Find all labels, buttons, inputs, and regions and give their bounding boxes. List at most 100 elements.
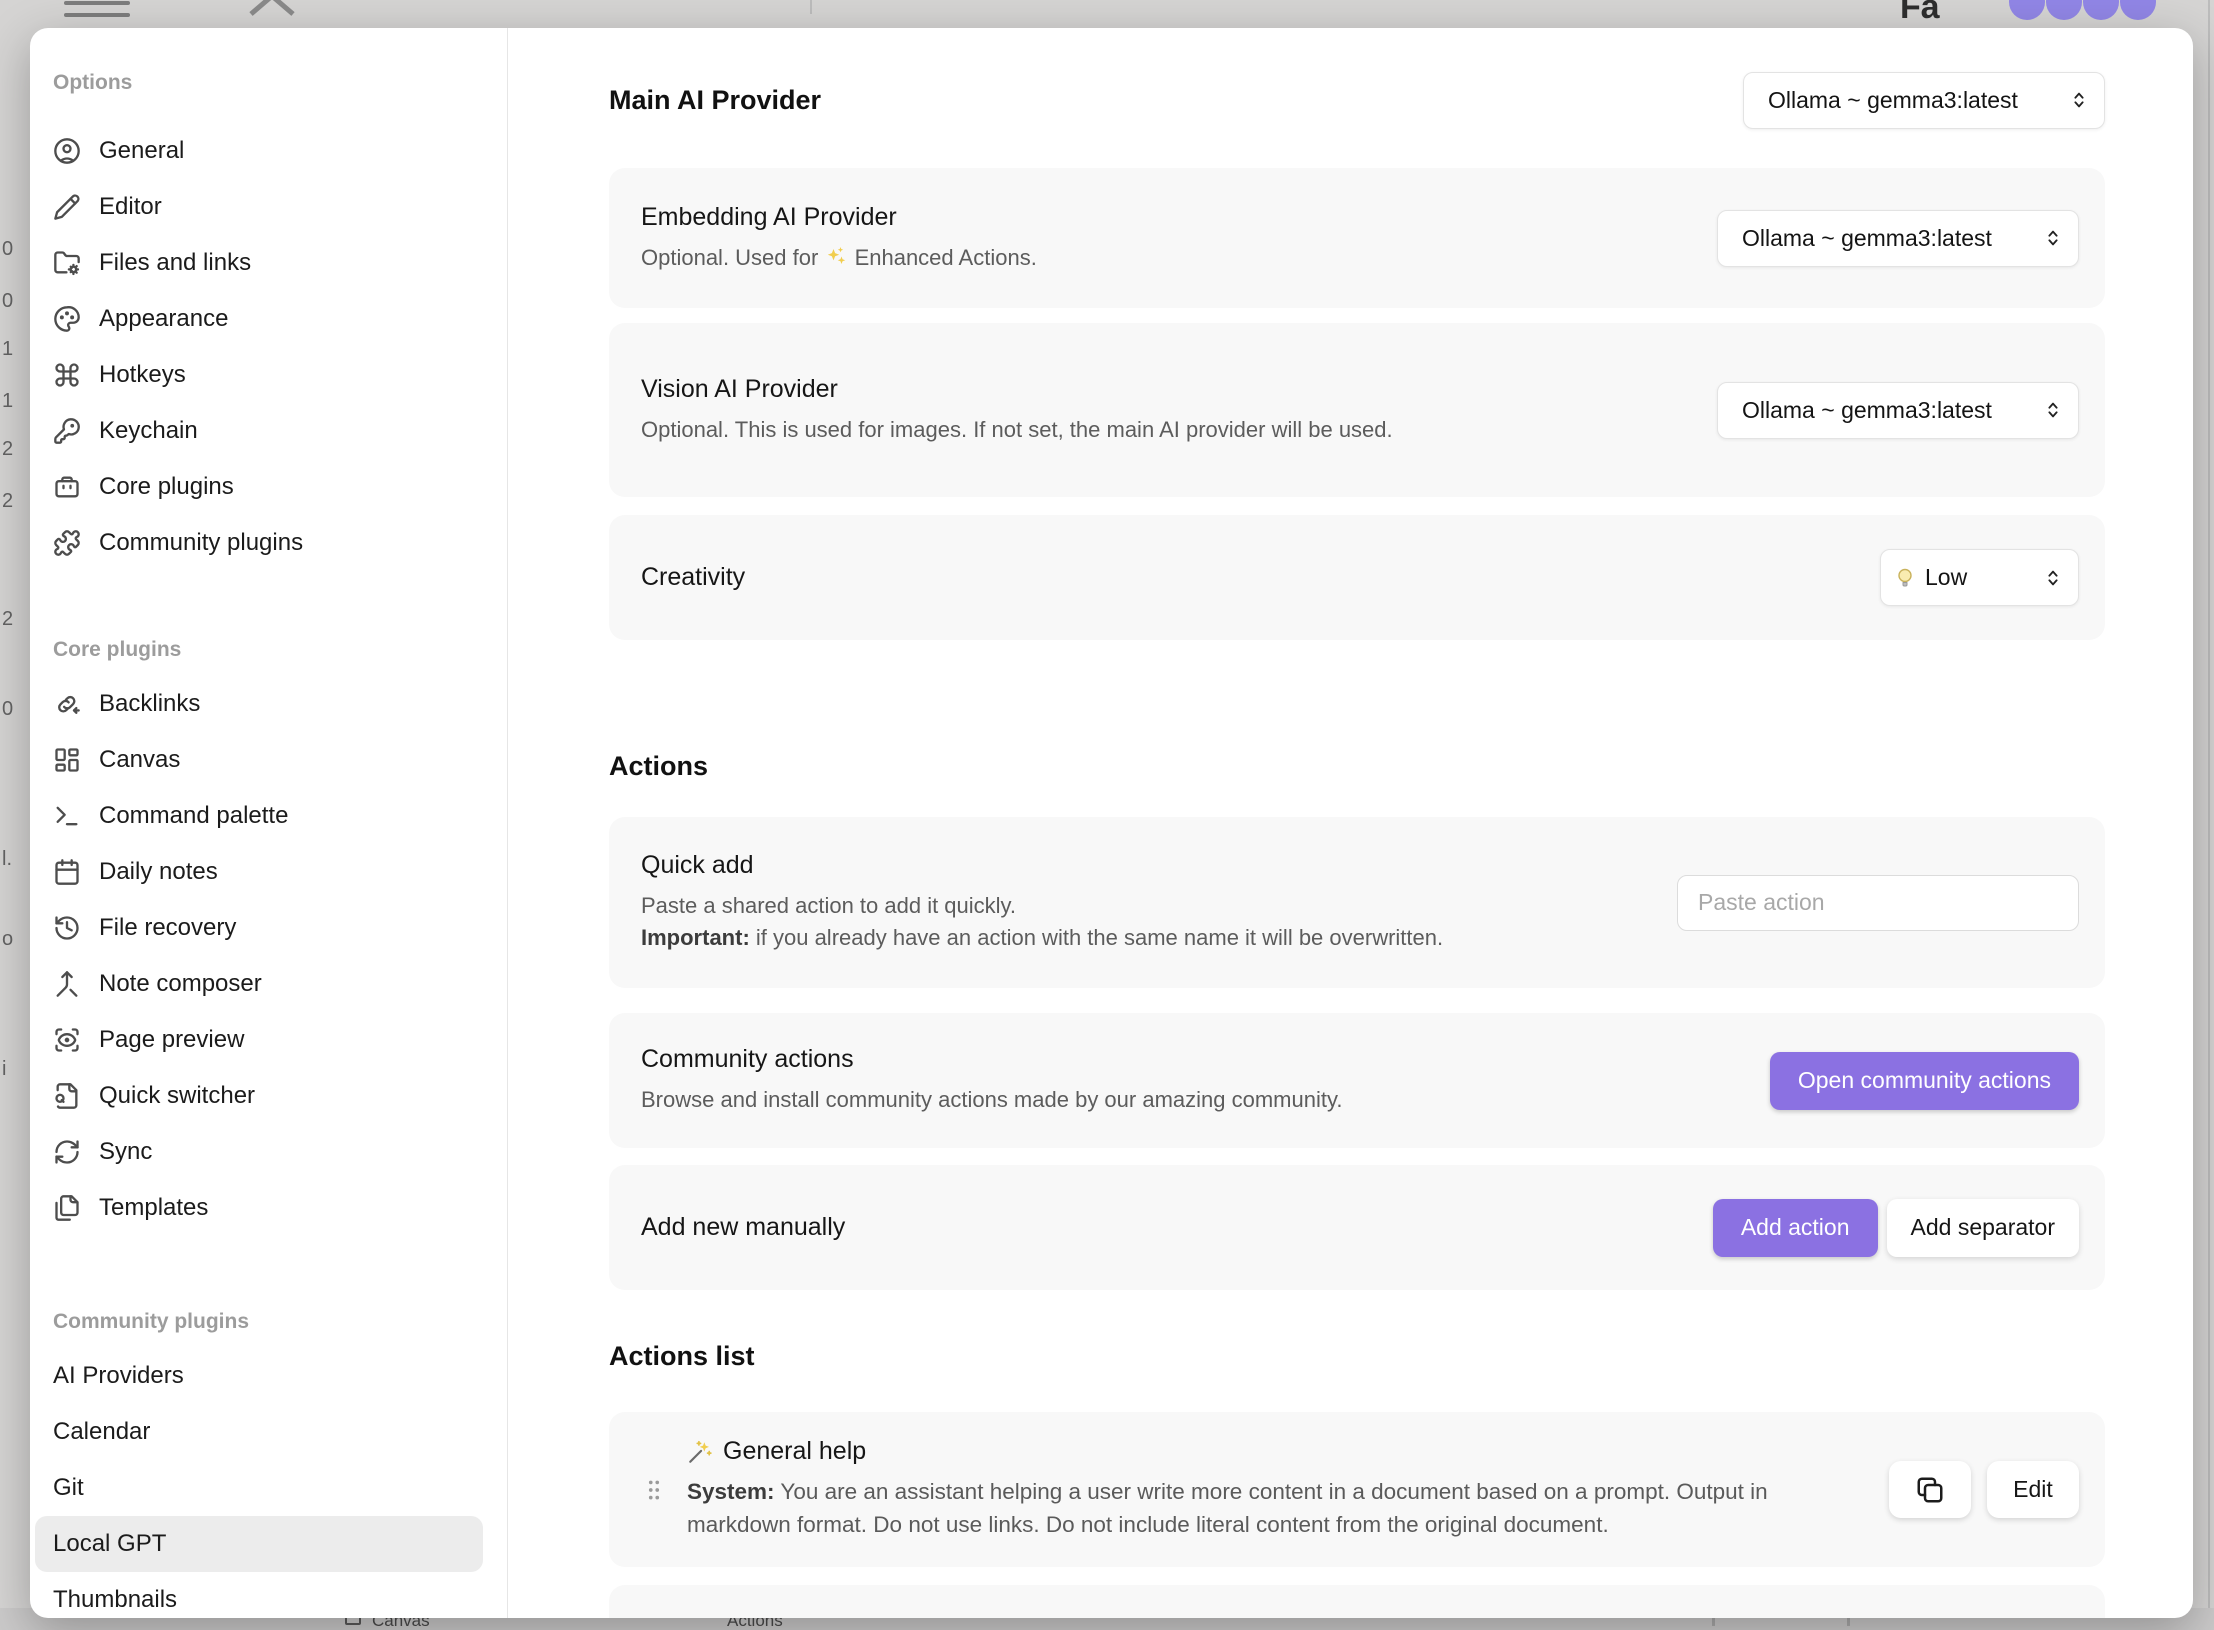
add-new-buttons: Add action Add separator	[1713, 1199, 2079, 1257]
bulb-icon	[1893, 566, 1917, 590]
action-item-title-text: General help	[723, 1437, 866, 1466]
sidebar-item-templates[interactable]: Templates	[35, 1180, 483, 1236]
sidebar-item-editor[interactable]: Editor	[35, 179, 483, 235]
folder-cog-icon	[53, 249, 81, 277]
avatar	[2046, 0, 2082, 20]
sidebar-item-quick-switcher[interactable]: Quick switcher	[35, 1068, 483, 1124]
sidebar-item-local-gpt[interactable]: Local GPT	[35, 1516, 483, 1572]
sidebar-item-label: Community plugins	[99, 529, 303, 557]
quick-add-info: Quick add Paste a shared action to add i…	[641, 851, 1443, 954]
edge-text-fragment: 2	[2, 490, 13, 513]
terminal-icon	[53, 802, 81, 830]
sidebar-item-label: AI Providers	[53, 1362, 184, 1390]
main-ai-provider-select[interactable]: Ollama ~ gemma3:latest	[1743, 72, 2105, 129]
sidebar-item-label: Page preview	[99, 1026, 244, 1054]
sidebar-item-file-recovery[interactable]: File recovery	[35, 900, 483, 956]
background-divider	[810, 0, 812, 14]
sidebar-item-backlinks[interactable]: Backlinks	[35, 676, 483, 732]
sidebar-item-page-preview[interactable]: Page preview	[35, 1012, 483, 1068]
box-icon	[53, 473, 81, 501]
user-circle-icon	[53, 137, 81, 165]
copy-action-button[interactable]	[1889, 1461, 1971, 1518]
community-actions-card: Community actions Browse and install com…	[609, 1013, 2105, 1148]
wand-icon	[687, 1439, 713, 1465]
sidebar-item-canvas[interactable]: Canvas	[35, 732, 483, 788]
system-label: System:	[687, 1479, 775, 1504]
close-icon-fragment	[243, 0, 301, 16]
edge-text-fragment: o	[2, 928, 13, 951]
system-text: You are an assistant helping a user writ…	[687, 1479, 1768, 1537]
sidebar-item-label: Templates	[99, 1194, 208, 1222]
file-search-icon	[53, 1082, 81, 1110]
vision-ai-provider-select[interactable]: Ollama ~ gemma3:latest	[1717, 382, 2079, 439]
creativity-label: Creativity	[641, 563, 745, 592]
window-edge-line	[2208, 0, 2210, 1630]
sidebar-item-label: Backlinks	[99, 690, 200, 718]
menu-icon	[64, 1, 130, 5]
quick-add-desc-line1: Paste a shared action to add it quickly.	[641, 890, 1443, 922]
open-community-actions-button[interactable]: Open community actions	[1770, 1052, 2079, 1110]
sidebar-item-keychain[interactable]: Keychain	[35, 403, 483, 459]
main-ai-provider-row: Main AI Provider Ollama ~ gemma3:latest	[609, 60, 2105, 140]
action-item-system-prompt: System: You are an assistant helping a u…	[687, 1476, 1827, 1541]
add-new-manually-label: Add new manually	[641, 1213, 845, 1242]
sidebar-item-label: Thumbnails	[53, 1586, 177, 1614]
sidebar-item-thumbnails[interactable]: Thumbnails	[35, 1572, 483, 1618]
backlinks-icon	[53, 690, 81, 718]
background-title-fragment: Fá	[1900, 0, 1940, 27]
sidebar-item-ai-providers[interactable]: AI Providers	[35, 1348, 483, 1404]
sidebar-item-hotkeys[interactable]: Hotkeys	[35, 347, 483, 403]
vision-ai-provider-desc: Optional. This is used for images. If no…	[641, 414, 1393, 446]
embedding-ai-provider-desc: Optional. Used for Enhanced Actions.	[641, 242, 1037, 274]
sidebar-community-plugins-list: AI Providers Calendar Git Local GPT Thumbnai…	[30, 1348, 507, 1618]
sidebar-section-heading-community-plugins: Community plugins	[30, 1309, 507, 1335]
sidebar-item-calendar[interactable]: Calendar	[35, 1404, 483, 1460]
sidebar-item-label: Keychain	[99, 417, 198, 445]
important-label: Important:	[641, 925, 750, 950]
community-actions-desc: Browse and install community actions mad…	[641, 1084, 1342, 1116]
drag-handle-icon[interactable]	[641, 1472, 667, 1508]
avatar	[2120, 0, 2156, 20]
embedding-ai-provider-info: Embedding AI Provider Optional. Used for…	[641, 203, 1037, 274]
edge-text-fragment: 1	[2, 390, 13, 413]
action-item-title: General help	[687, 1437, 1827, 1466]
sidebar-item-label: Calendar	[53, 1418, 150, 1446]
sidebar-item-label: Files and links	[99, 249, 251, 277]
sidebar-item-community-plugins[interactable]: Community plugins	[35, 515, 483, 571]
sidebar-item-appearance[interactable]: Appearance	[35, 291, 483, 347]
creativity-select[interactable]: Low	[1880, 549, 2079, 606]
edit-action-button[interactable]: Edit	[1987, 1461, 2079, 1518]
action-list-item-partial	[609, 1585, 2105, 1618]
action-list-item: General help System: You are an assistan…	[609, 1412, 2105, 1567]
sidebar-item-git[interactable]: Git	[35, 1460, 483, 1516]
sidebar-item-sync[interactable]: Sync	[35, 1124, 483, 1180]
edge-text-fragment: 0	[2, 698, 13, 721]
sidebar-item-label: Local GPT	[53, 1530, 166, 1558]
settings-content: Main AI Provider Ollama ~ gemma3:latest …	[508, 28, 2193, 1618]
sidebar-item-daily-notes[interactable]: Daily notes	[35, 844, 483, 900]
sidebar-item-label: Quick switcher	[99, 1082, 255, 1110]
command-icon	[53, 361, 81, 389]
key-icon	[53, 417, 81, 445]
select-value: Low	[1925, 564, 1967, 591]
add-separator-button[interactable]: Add separator	[1887, 1199, 2079, 1257]
sidebar-item-general[interactable]: General	[35, 123, 483, 179]
sidebar-item-note-composer[interactable]: Note composer	[35, 956, 483, 1012]
sidebar-item-command-palette[interactable]: Command palette	[35, 788, 483, 844]
sidebar-item-label: Sync	[99, 1138, 152, 1166]
copy-icon	[1915, 1475, 1945, 1505]
actions-heading: Actions	[609, 746, 2105, 786]
embedding-ai-provider-select[interactable]: Ollama ~ gemma3:latest	[1717, 210, 2079, 267]
edge-text-fragment: 0	[2, 238, 13, 261]
sidebar-item-core-plugins[interactable]: Core plugins	[35, 459, 483, 515]
calendar-icon	[53, 858, 81, 886]
palette-icon	[53, 305, 81, 333]
embedding-ai-provider-card: Embedding AI Provider Optional. Used for…	[609, 168, 2105, 308]
merge-icon	[53, 970, 81, 998]
add-action-button[interactable]: Add action	[1713, 1199, 1878, 1257]
sparkles-icon	[824, 245, 848, 269]
paste-action-input[interactable]	[1677, 875, 2079, 931]
actions-list-heading: Actions list	[609, 1336, 2105, 1376]
settings-sidebar: Options GeneralEditorFiles and linksAppe…	[30, 28, 508, 1618]
sidebar-item-files-and-links[interactable]: Files and links	[35, 235, 483, 291]
